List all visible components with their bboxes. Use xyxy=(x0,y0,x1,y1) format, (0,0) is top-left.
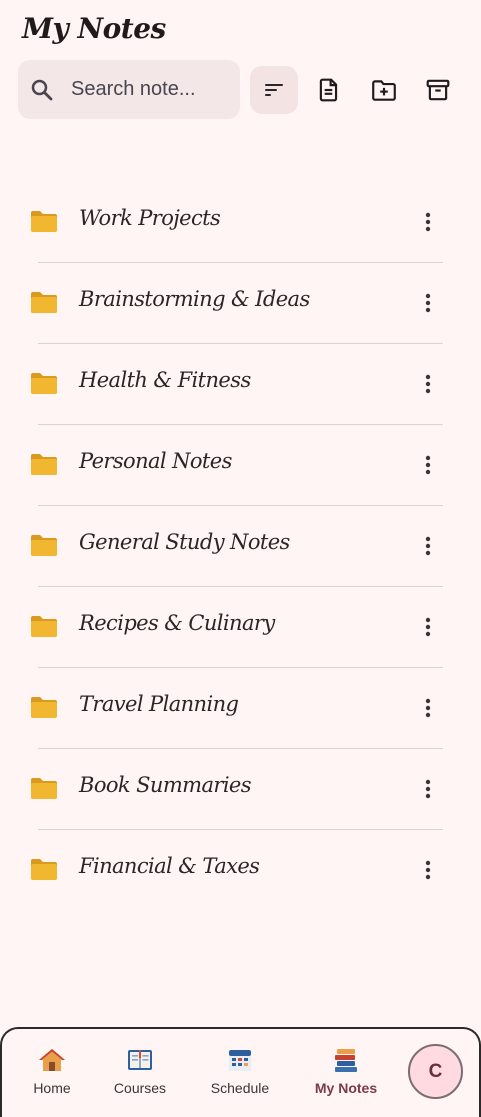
folder-icon xyxy=(31,211,57,232)
more-vert-icon[interactable] xyxy=(416,453,440,477)
archive-icon xyxy=(426,79,450,101)
folder-icon xyxy=(31,292,57,313)
search-bar[interactable] xyxy=(18,60,240,119)
sort-button[interactable] xyxy=(250,66,298,114)
folder-item[interactable]: Health & Fitness xyxy=(0,344,481,425)
new-note-button[interactable] xyxy=(305,66,353,114)
folder-item[interactable]: Recipes & Culinary xyxy=(0,587,481,668)
note-add-icon xyxy=(319,78,338,102)
folder-icon xyxy=(31,535,57,556)
nav-label: My Notes xyxy=(314,1080,378,1096)
folder-item[interactable]: Book Summaries xyxy=(0,749,481,830)
folder-item[interactable]: Financial & Taxes xyxy=(0,830,481,911)
nav-schedule[interactable]: Schedule xyxy=(197,1047,283,1096)
nav-home[interactable]: Home xyxy=(9,1047,95,1096)
more-vert-icon[interactable] xyxy=(416,696,440,720)
folder-add-icon xyxy=(372,80,396,101)
folder-item[interactable]: General Study Notes xyxy=(0,506,481,587)
more-vert-icon[interactable] xyxy=(416,372,440,396)
folder-icon xyxy=(31,454,57,475)
more-vert-icon[interactable] xyxy=(416,534,440,558)
search-input[interactable] xyxy=(71,78,221,101)
search-icon xyxy=(31,79,53,100)
more-vert-icon[interactable] xyxy=(416,615,440,639)
folder-item[interactable]: Personal Notes xyxy=(0,425,481,506)
more-vert-icon[interactable] xyxy=(416,210,440,234)
nav-label: Schedule xyxy=(210,1080,270,1096)
folder-name: General Study Notes xyxy=(79,530,290,554)
folder-item[interactable]: Work Projects xyxy=(0,182,481,263)
folder-icon xyxy=(31,778,57,799)
folder-icon xyxy=(31,697,57,718)
folder-name: Travel Planning xyxy=(79,692,239,716)
folder-name: Personal Notes xyxy=(79,449,232,473)
more-vert-icon[interactable] xyxy=(416,777,440,801)
folder-icon xyxy=(31,616,57,637)
calendar-icon xyxy=(229,1050,251,1071)
sort-icon xyxy=(265,84,283,96)
nav-label: Home xyxy=(33,1080,71,1096)
folder-item[interactable]: Brainstorming & Ideas xyxy=(0,263,481,344)
folder-name: Health & Fitness xyxy=(79,368,251,392)
folder-name: Financial & Taxes xyxy=(79,854,260,878)
nav-label: Courses xyxy=(113,1080,167,1096)
book-icon xyxy=(128,1050,152,1070)
folder-name: Brainstorming & Ideas xyxy=(79,287,310,311)
folder-name: Work Projects xyxy=(79,206,221,230)
folder-item[interactable]: Travel Planning xyxy=(0,668,481,749)
more-vert-icon[interactable] xyxy=(416,858,440,882)
bottom-navigation: Home Courses Schedule My Notes C xyxy=(0,1027,481,1117)
page-title: My Notes xyxy=(22,12,166,45)
nav-courses[interactable]: Courses xyxy=(97,1047,183,1096)
folder-name: Book Summaries xyxy=(79,773,252,797)
archive-button[interactable] xyxy=(414,66,462,114)
folder-list: Work Projects Brainstorming & Ideas Heal… xyxy=(0,182,481,911)
more-vert-icon[interactable] xyxy=(416,291,440,315)
folder-icon xyxy=(31,373,57,394)
books-icon xyxy=(335,1049,357,1072)
folder-icon xyxy=(31,859,57,880)
avatar[interactable]: C xyxy=(408,1044,463,1099)
home-icon xyxy=(39,1049,65,1071)
folder-name: Recipes & Culinary xyxy=(79,611,275,635)
nav-my-notes[interactable]: My Notes xyxy=(303,1047,389,1096)
new-folder-button[interactable] xyxy=(360,66,408,114)
